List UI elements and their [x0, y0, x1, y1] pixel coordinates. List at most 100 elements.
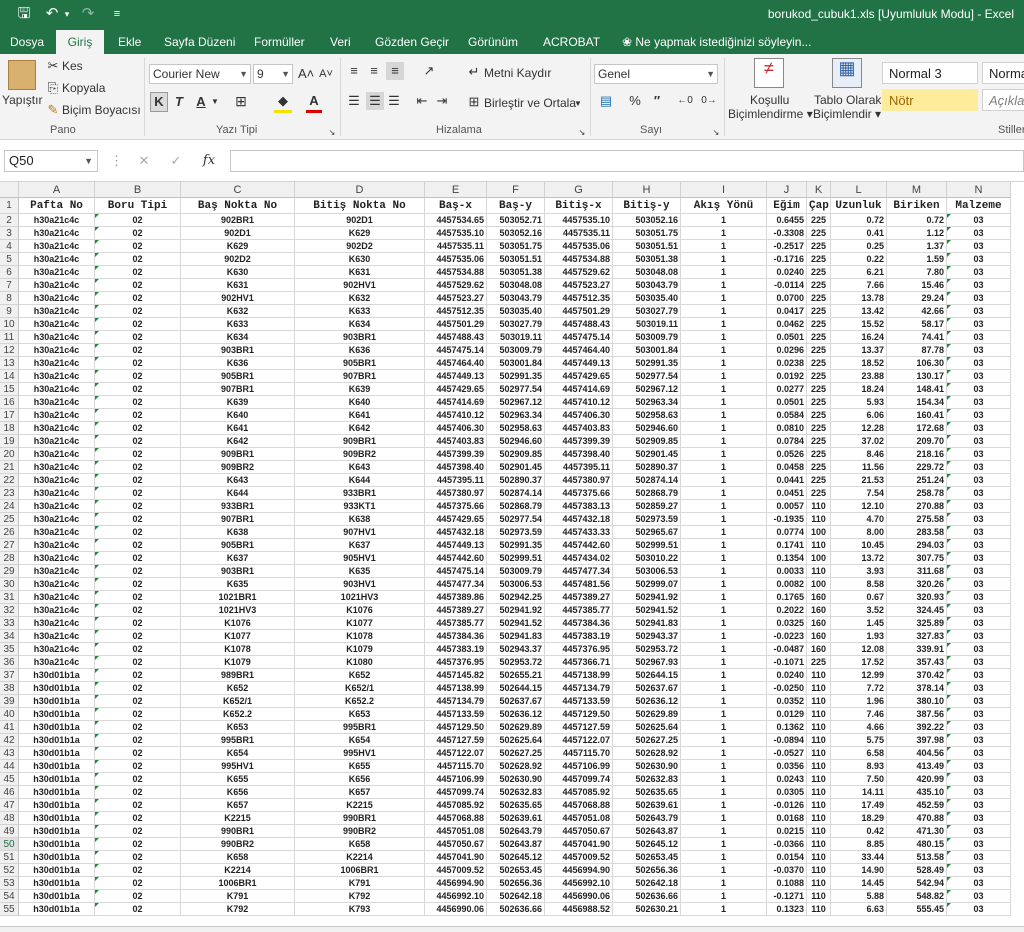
table-cell[interactable]: h30a21c4c	[19, 513, 95, 526]
table-cell[interactable]: 4457442.60	[425, 552, 487, 565]
table-cell[interactable]: 480.15	[887, 838, 947, 851]
table-cell[interactable]: 160	[807, 604, 831, 617]
table-cell[interactable]: K629	[295, 227, 425, 240]
row-header[interactable]: 17	[0, 409, 19, 422]
table-cell[interactable]: 6.58	[831, 747, 887, 760]
table-cell[interactable]: 1	[681, 422, 767, 435]
table-cell[interactable]: 1	[681, 357, 767, 370]
chevron-down-icon[interactable]: ▼	[210, 93, 220, 111]
table-cell[interactable]: 0.0441	[767, 474, 807, 487]
table-cell[interactable]: 0.0240	[767, 266, 807, 279]
table-cell[interactable]: 03	[947, 396, 1011, 409]
table-cell[interactable]: 1	[681, 838, 767, 851]
table-cell[interactable]: 503027.79	[487, 318, 545, 331]
table-cell[interactable]: 258.78	[887, 487, 947, 500]
table-cell[interactable]: 02	[95, 851, 181, 864]
table-cell[interactable]: h30a21c4c	[19, 383, 95, 396]
table-cell[interactable]: 02	[95, 578, 181, 591]
table-cell[interactable]: 503051.38	[487, 266, 545, 279]
table-cell[interactable]: 4457475.14	[545, 331, 613, 344]
table-cell[interactable]: 502973.59	[613, 513, 681, 526]
table-cell[interactable]: -0.0487	[767, 643, 807, 656]
table-cell[interactable]: 4457385.77	[545, 604, 613, 617]
table-cell[interactable]: 03	[947, 500, 1011, 513]
table-cell[interactable]: 02	[95, 799, 181, 812]
table-cell[interactable]: 03	[947, 292, 1011, 305]
table-cell[interactable]: 100	[807, 552, 831, 565]
table-cell[interactable]: 995HV1	[295, 747, 425, 760]
table-cell[interactable]: 502941.92	[487, 604, 545, 617]
table-cell[interactable]: 1021HV3	[295, 591, 425, 604]
increase-decimal-icon[interactable]: ←0	[676, 92, 694, 110]
table-cell[interactable]: 110	[807, 864, 831, 877]
table-cell[interactable]: 503052.16	[487, 227, 545, 240]
row-header[interactable]: 39	[0, 695, 19, 708]
table-cell[interactable]: K653	[295, 708, 425, 721]
row-header[interactable]: 34	[0, 630, 19, 643]
table-cell[interactable]: 02	[95, 227, 181, 240]
table-cell[interactable]: 907HV1	[295, 526, 425, 539]
table-cell[interactable]: h30d01b1a	[19, 773, 95, 786]
table-cell[interactable]: K634	[181, 331, 295, 344]
table-cell[interactable]: 502868.79	[487, 500, 545, 513]
table-cell[interactable]: K2214	[181, 864, 295, 877]
column-header-j[interactable]: J	[767, 182, 807, 198]
table-cell[interactable]: 0.0451	[767, 487, 807, 500]
table-cell[interactable]: 02	[95, 721, 181, 734]
table-cell[interactable]: 225	[807, 318, 831, 331]
table-cell[interactable]: 0.1765	[767, 591, 807, 604]
table-cell[interactable]: 380.10	[887, 695, 947, 708]
column-title-cell[interactable]: Akış Yönü	[681, 198, 767, 214]
table-cell[interactable]: 160	[807, 617, 831, 630]
table-cell[interactable]: 160.41	[887, 409, 947, 422]
table-cell[interactable]: 902D1	[295, 214, 425, 227]
table-cell[interactable]: 0.0417	[767, 305, 807, 318]
table-cell[interactable]: 1	[681, 825, 767, 838]
table-cell[interactable]: K652.2	[295, 695, 425, 708]
table-cell[interactable]: 02	[95, 604, 181, 617]
table-cell[interactable]: 357.43	[887, 656, 947, 669]
redo-icon[interactable]: ↷	[78, 4, 98, 24]
row-header[interactable]: 7	[0, 279, 19, 292]
table-cell[interactable]: 02	[95, 318, 181, 331]
align-bottom-icon[interactable]: ≡	[386, 62, 404, 80]
table-cell[interactable]: 0.0356	[767, 760, 807, 773]
format-painter-button[interactable]: Biçim Boyacısı	[62, 102, 141, 118]
table-cell[interactable]: 225	[807, 422, 831, 435]
table-cell[interactable]: 0.0192	[767, 370, 807, 383]
table-cell[interactable]: 503006.53	[613, 565, 681, 578]
table-cell[interactable]: 4457535.10	[545, 214, 613, 227]
table-cell[interactable]: 4457041.90	[425, 851, 487, 864]
table-cell[interactable]: 4457068.88	[425, 812, 487, 825]
table-cell[interactable]: K632	[181, 305, 295, 318]
table-cell[interactable]: 0.2022	[767, 604, 807, 617]
table-cell[interactable]: 03	[947, 604, 1011, 617]
format-as-table-label[interactable]: Biçimlendir ▾	[813, 106, 881, 122]
table-cell[interactable]: 502642.18	[613, 877, 681, 890]
table-cell[interactable]: K640	[295, 396, 425, 409]
table-cell[interactable]: K637	[181, 552, 295, 565]
table-cell[interactable]: h30d01b1a	[19, 903, 95, 916]
table-cell[interactable]: 933BR1	[295, 487, 425, 500]
table-cell[interactable]: 503009.79	[487, 344, 545, 357]
table-cell[interactable]: 502639.61	[613, 799, 681, 812]
table-cell[interactable]: 03	[947, 630, 1011, 643]
table-cell[interactable]: 03	[947, 890, 1011, 903]
table-cell[interactable]: h30a21c4c	[19, 526, 95, 539]
table-cell[interactable]: 503019.11	[613, 318, 681, 331]
table-cell[interactable]: h30d01b1a	[19, 682, 95, 695]
table-cell[interactable]: K652.2	[181, 708, 295, 721]
table-cell[interactable]: 4457449.13	[545, 357, 613, 370]
row-header[interactable]: 13	[0, 357, 19, 370]
row-header[interactable]: 44	[0, 760, 19, 773]
table-cell[interactable]: K791	[295, 877, 425, 890]
table-cell[interactable]: K654	[181, 747, 295, 760]
table-cell[interactable]: 02	[95, 773, 181, 786]
table-cell[interactable]: 909BR1	[181, 448, 295, 461]
table-cell[interactable]: 110	[807, 838, 831, 851]
table-cell[interactable]: 4457464.40	[545, 344, 613, 357]
table-cell[interactable]: 502628.92	[613, 747, 681, 760]
table-cell[interactable]: h30a21c4c	[19, 214, 95, 227]
table-cell[interactable]: 503052.71	[487, 214, 545, 227]
table-cell[interactable]: 14.11	[831, 786, 887, 799]
